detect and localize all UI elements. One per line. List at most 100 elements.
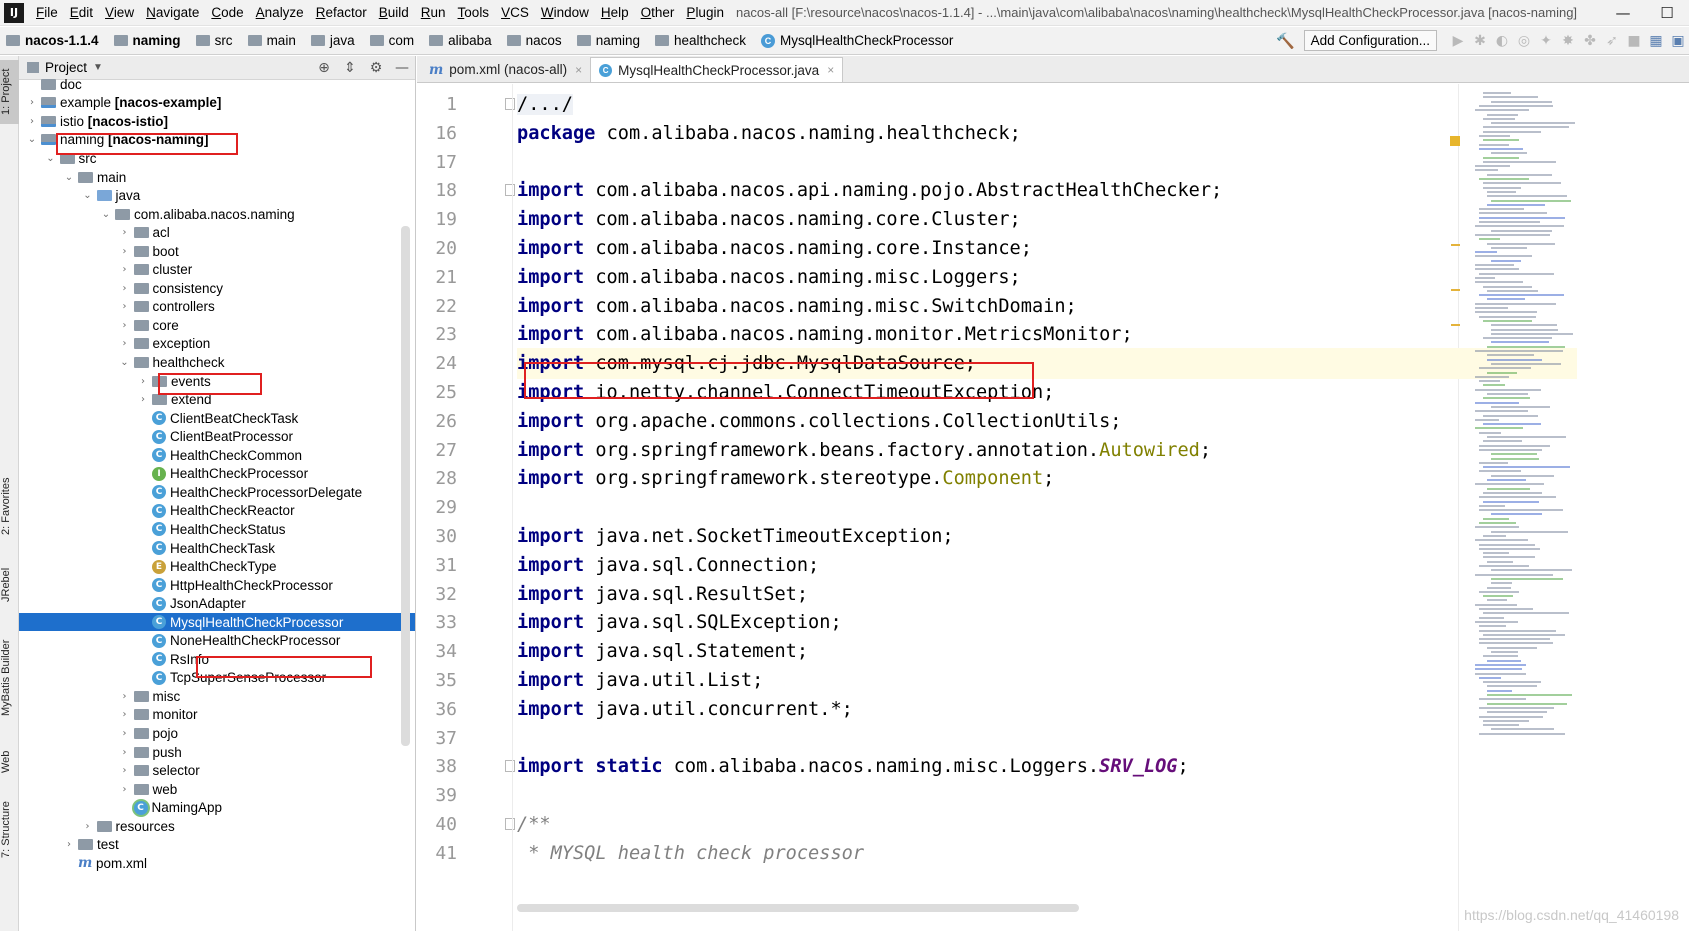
jrebel-run-icon[interactable]: ✦ — [1535, 31, 1557, 51]
tree-item[interactable]: ⌄ naming [nacos-naming] — [19, 131, 415, 150]
chevron-down-icon[interactable]: ⌄ — [99, 209, 113, 220]
profile-icon[interactable]: ◎ — [1513, 31, 1535, 51]
code-line[interactable]: import java.sql.Statement; — [517, 636, 1577, 667]
breadcrumb-item[interactable]: java — [305, 33, 364, 48]
code-line[interactable] — [517, 723, 1577, 754]
tree-item[interactable]: C TcpSuperSenseProcessor — [19, 669, 415, 688]
breadcrumb-item[interactable]: main — [242, 33, 305, 48]
close-icon[interactable]: × — [575, 63, 582, 77]
tree-item[interactable]: › istio [nacos-istio] — [19, 112, 415, 131]
breadcrumb-item[interactable]: nacos-1.1.4 — [0, 33, 108, 48]
editor-horizontal-scrollbar[interactable] — [517, 904, 1079, 912]
menu-edit[interactable]: Edit — [64, 0, 99, 26]
chevron-right-icon[interactable]: › — [118, 246, 132, 257]
warning-marker[interactable] — [1451, 324, 1460, 326]
tree-item[interactable]: › exception — [19, 335, 415, 354]
chevron-down-icon[interactable]: ⌄ — [62, 172, 76, 183]
attach-icon[interactable]: ✤ — [1579, 31, 1601, 51]
tree-item[interactable]: › core — [19, 316, 415, 335]
code-line[interactable]: import com.alibaba.nacos.naming.core.Ins… — [517, 233, 1577, 264]
code-line[interactable]: import com.alibaba.nacos.naming.misc.Swi… — [517, 291, 1577, 322]
code-minimap[interactable] — [1457, 84, 1577, 931]
code-line[interactable]: import org.apache.commons.collections.Co… — [517, 406, 1577, 437]
tree-item[interactable]: C HealthCheckReactor — [19, 502, 415, 521]
menu-tools[interactable]: Tools — [452, 0, 496, 26]
chevron-down-icon[interactable]: ⌄ — [44, 153, 58, 164]
code-line[interactable]: import java.util.List; — [517, 665, 1577, 696]
tree-item[interactable]: C HttpHealthCheckProcessor — [19, 576, 415, 595]
menu-navigate[interactable]: Navigate — [140, 0, 205, 26]
breadcrumb-item[interactable]: nacos — [501, 33, 571, 48]
chevron-right-icon[interactable]: › — [25, 116, 39, 127]
structure-tool-tab[interactable]: 7: Structure — [0, 794, 19, 866]
tree-item[interactable]: ⌄ main — [19, 168, 415, 187]
editor-tab[interactable]: m pom.xml (nacos-all) × — [421, 57, 590, 82]
add-configuration-button[interactable]: Add Configuration... — [1303, 30, 1437, 51]
close-icon[interactable]: × — [827, 63, 834, 77]
tree-item[interactable]: doc — [19, 75, 415, 94]
tree-item[interactable]: › example [nacos-example] — [19, 94, 415, 113]
maximize-button[interactable]: ☐ — [1645, 4, 1689, 22]
tree-item[interactable]: › monitor — [19, 706, 415, 725]
favorites-tool-tab[interactable]: 2: Favorites — [0, 466, 19, 546]
tree-item[interactable]: ⌄ com.alibaba.nacos.naming — [19, 205, 415, 224]
chevron-right-icon[interactable]: › — [118, 728, 132, 739]
tree-item[interactable]: C HealthCheckStatus — [19, 520, 415, 539]
tree-item[interactable]: › web — [19, 780, 415, 799]
tree-item[interactable]: C HealthCheckCommon — [19, 446, 415, 465]
warning-marker[interactable] — [1451, 289, 1460, 291]
chevron-right-icon[interactable]: › — [118, 709, 132, 720]
inspection-warning-icon[interactable] — [1450, 136, 1460, 146]
breadcrumb-item[interactable]: com — [364, 33, 424, 48]
tree-item[interactable]: › test — [19, 836, 415, 855]
chevron-right-icon[interactable]: › — [118, 264, 132, 275]
tree-item[interactable]: › consistency — [19, 279, 415, 298]
build-hammer-icon[interactable]: 🔨 — [1276, 32, 1296, 50]
tree-item[interactable]: › acl — [19, 223, 415, 242]
chevron-right-icon[interactable]: › — [118, 784, 132, 795]
code-line[interactable]: import java.sql.ResultSet; — [517, 579, 1577, 610]
layout-icon[interactable]: ▣ — [1667, 31, 1689, 51]
code-line[interactable]: package com.alibaba.nacos.naming.healthc… — [517, 118, 1577, 149]
fold-toggle-icon[interactable] — [505, 184, 515, 197]
chevron-right-icon[interactable]: › — [118, 338, 132, 349]
menu-help[interactable]: Help — [595, 0, 635, 26]
chevron-down-icon[interactable]: ▼ — [93, 62, 103, 73]
tree-item[interactable]: ⌄ java — [19, 186, 415, 205]
tree-item[interactable]: C HealthCheckTask — [19, 539, 415, 558]
menu-run[interactable]: Run — [415, 0, 452, 26]
breadcrumb-item[interactable]: naming — [108, 33, 190, 48]
menu-code[interactable]: Code — [205, 0, 249, 26]
tree-item[interactable]: › pojo — [19, 724, 415, 743]
tree-item[interactable]: › selector — [19, 761, 415, 780]
jrebel-tool-tab[interactable]: JRebel — [0, 560, 19, 610]
code-line[interactable]: import com.alibaba.nacos.naming.misc.Log… — [517, 262, 1577, 293]
breadcrumb-item[interactable]: C MysqlHealthCheckProcessor — [755, 33, 957, 48]
tree-item[interactable]: C MysqlHealthCheckProcessor — [19, 612, 415, 632]
code-line[interactable]: import java.net.SocketTimeoutException; — [517, 521, 1577, 552]
error-stripe[interactable] — [1449, 84, 1461, 931]
code-line[interactable]: import com.alibaba.nacos.api.naming.pojo… — [517, 175, 1577, 206]
code-line[interactable]: import static com.alibaba.nacos.naming.m… — [517, 751, 1577, 782]
chevron-right-icon[interactable]: › — [118, 691, 132, 702]
breadcrumb-item[interactable]: healthcheck — [649, 33, 755, 48]
tree-item[interactable]: › misc — [19, 687, 415, 706]
hide-icon[interactable]: — — [389, 60, 415, 76]
tree-item[interactable]: › controllers — [19, 298, 415, 317]
code-line[interactable]: import io.netty.channel.ConnectTimeoutEx… — [517, 377, 1577, 408]
chevron-right-icon[interactable]: › — [25, 97, 39, 108]
tree-item[interactable]: › resources — [19, 817, 415, 836]
project-structure-icon[interactable]: ▦ — [1645, 31, 1667, 51]
tree-item[interactable]: I HealthCheckProcessor — [19, 465, 415, 484]
collapse-all-icon[interactable]: ⇕ — [337, 60, 363, 76]
tree-item[interactable]: C HealthCheckProcessorDelegate — [19, 483, 415, 502]
code-line[interactable]: import java.util.concurrent.*; — [517, 694, 1577, 725]
tree-item[interactable]: C ClientBeatProcessor — [19, 427, 415, 446]
chevron-right-icon[interactable]: › — [136, 394, 150, 405]
stop-icon[interactable]: ■ — [1623, 31, 1645, 51]
chevron-right-icon[interactable]: › — [118, 283, 132, 294]
code-line[interactable]: import java.sql.SQLException; — [517, 607, 1577, 638]
code-line[interactable] — [517, 492, 1577, 523]
menu-file[interactable]: File — [30, 0, 64, 26]
menu-other[interactable]: Other — [635, 0, 681, 26]
